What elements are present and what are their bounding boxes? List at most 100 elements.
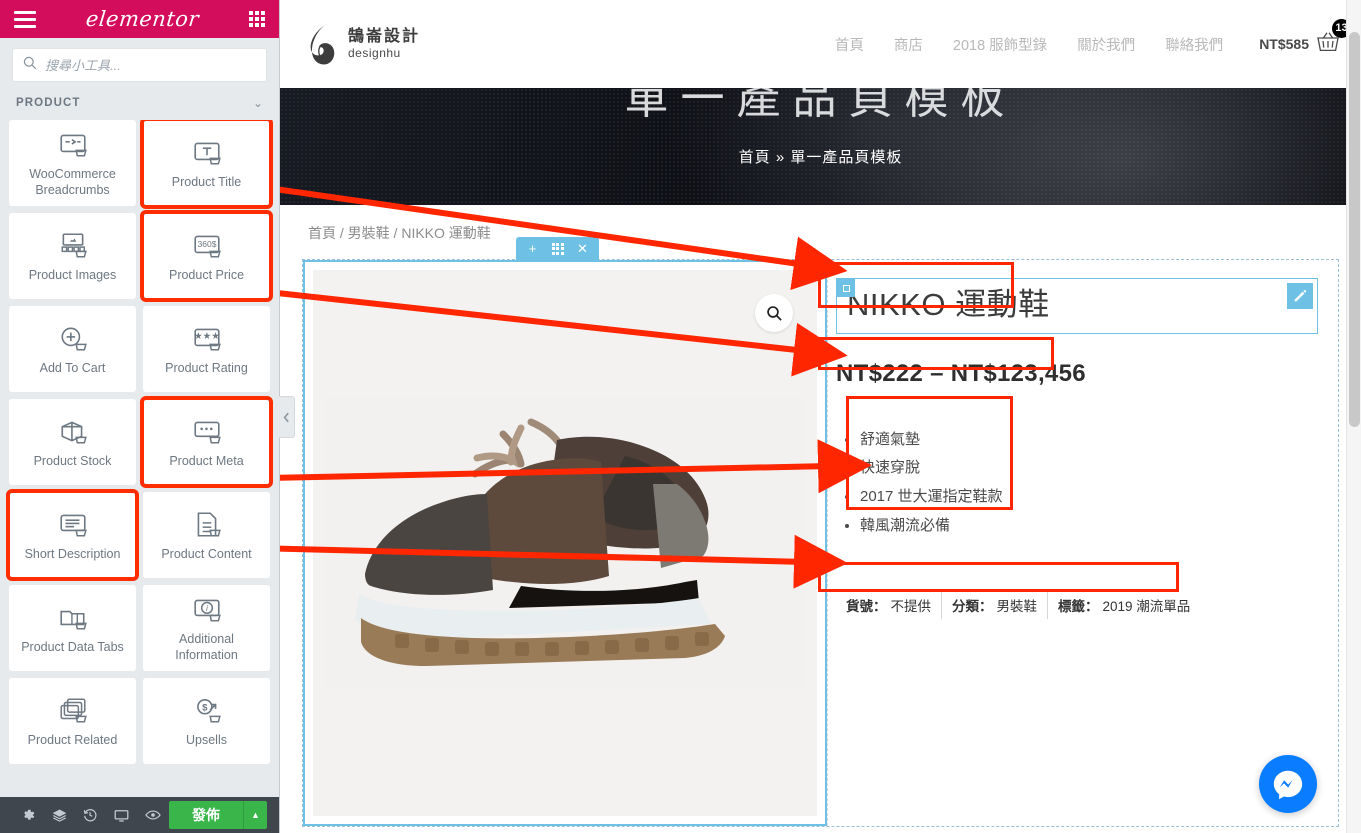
widget-label: Product Related <box>27 733 118 748</box>
category-title: PRODUCT <box>16 97 81 109</box>
logo-text-en: designhu <box>348 46 401 60</box>
product-meta-widget[interactable]: 貨號： 不提供 分類： 男裝鞋 標籤： 2019 潮流單品 <box>836 590 1318 619</box>
product-price: NT$222 – NT$123,456 <box>836 359 1086 387</box>
images-cart-icon <box>58 228 88 262</box>
meta-sku: 貨號： 不提供 <box>836 591 941 619</box>
grid-apps-icon[interactable] <box>249 11 265 27</box>
widget-product-stock[interactable]: Product Stock <box>9 399 136 485</box>
product-photo-shoe <box>325 398 805 688</box>
widget-product-images[interactable]: Product Images <box>9 213 136 299</box>
category-product-header[interactable]: PRODUCT ⌄ <box>0 90 279 120</box>
layers-icon[interactable] <box>43 797 74 833</box>
related-cart-icon <box>58 693 88 727</box>
svg-text:★★★: ★★★ <box>194 331 220 342</box>
publish-button[interactable]: 發佈 <box>168 801 243 829</box>
drag-dots-icon[interactable] <box>545 237 570 260</box>
widget-woocommerce-breadcrumbs[interactable]: WooCommerce Breadcrumbs <box>9 120 136 206</box>
tabs-cart-icon <box>58 600 88 634</box>
nav-item-2[interactable]: 2018 服飾型錄 <box>953 34 1047 55</box>
meta-tags: 標籤： 2019 潮流單品 <box>1047 590 1200 619</box>
widget-label: Product Meta <box>169 454 244 469</box>
panel-collapse-handle[interactable] <box>279 396 295 438</box>
widget-label: Add To Cart <box>39 361 106 376</box>
nav-item-1[interactable]: 商店 <box>894 34 923 55</box>
widget-label: Additional Information <box>175 632 238 662</box>
search-area <box>0 38 279 90</box>
meta-category-key: 分類： <box>952 598 993 614</box>
list-item: 韓風潮流必備 <box>860 512 1318 541</box>
meta-category: 分類： 男裝鞋 <box>941 590 1047 619</box>
widget-additional-information[interactable]: i Additional Information <box>143 585 270 671</box>
magnifier-icon[interactable] <box>755 294 793 332</box>
cart-amount: NT$585 <box>1259 36 1309 52</box>
scrollbar-thumb[interactable] <box>1349 32 1360 427</box>
svg-text:360$: 360$ <box>197 239 216 249</box>
nav-item-0[interactable]: 首頁 <box>835 34 864 55</box>
cart-widget[interactable]: NT$585 13 <box>1259 18 1351 58</box>
site-nav: 首頁 商店 2018 服飾型錄 關於我們 聯絡我們 NT$585 13 <box>835 18 1351 58</box>
plus-cart-icon <box>58 321 88 355</box>
product-price-widget[interactable]: NT$222 – NT$123,456 <box>836 360 1318 388</box>
site-header: 鵠崙設計 designhu 首頁 商店 2018 服飾型錄 關於我們 聯絡我們 … <box>280 0 1361 88</box>
product-title-widget[interactable]: NIKKO 運動鞋 <box>836 278 1318 334</box>
widget-product-data-tabs[interactable]: Product Data Tabs <box>9 585 136 671</box>
product-details-column[interactable]: NIKKO 運動鞋 NT$222 – NT$123,456 舒適氣墊 快速穿脫 … <box>827 260 1338 826</box>
history-clock-icon[interactable] <box>75 797 106 833</box>
site-logo[interactable]: 鵠崙設計 designhu <box>308 22 420 66</box>
widget-product-content[interactable]: Product Content <box>143 492 270 578</box>
widget-label: Product Data Tabs <box>21 640 124 655</box>
title-cart-icon <box>192 135 222 169</box>
svg-text:$: $ <box>202 702 208 713</box>
nav-item-4[interactable]: 聯絡我們 <box>1165 34 1223 55</box>
monitor-icon[interactable] <box>106 797 137 833</box>
widget-product-rating[interactable]: ★★★ Product Rating <box>143 306 270 392</box>
widget-product-meta[interactable]: Product Meta <box>140 396 273 488</box>
widget-product-price[interactable]: 360$ Product Price <box>140 210 273 302</box>
widget-short-description[interactable]: Short Description <box>6 489 139 581</box>
product-image[interactable] <box>313 270 817 816</box>
editor-canvas: + ✕ NIKKO 運動鞋 NT$222 – NT$123,456 • 舒適氣墊… <box>280 237 1361 827</box>
info-cart-icon: i <box>192 592 222 626</box>
widget-label: WooCommerce Breadcrumbs <box>29 167 116 197</box>
add-section-icon[interactable]: + <box>520 237 545 260</box>
woocommerce-breadcrumb[interactable]: 首頁 / 男裝鞋 / NIKKO 運動鞋 <box>280 205 1361 253</box>
list-item: 2017 世大運指定鞋款 <box>860 483 1318 512</box>
site-preview: 鵠崙設計 designhu 首頁 商店 2018 服飾型錄 關於我們 聯絡我們 … <box>280 0 1361 833</box>
meta-tags-value[interactable]: 2019 潮流單品 <box>1103 595 1191 615</box>
close-x-icon[interactable]: ✕ <box>570 237 595 260</box>
nav-item-3[interactable]: 關於我們 <box>1077 34 1135 55</box>
publish-options-caret[interactable]: ▲ <box>242 801 268 829</box>
product-image-column[interactable] <box>303 260 827 826</box>
widget-add-to-cart[interactable]: Add To Cart <box>9 306 136 392</box>
search-box[interactable] <box>12 48 267 82</box>
designhu-mark-icon <box>310 23 335 65</box>
editor-section[interactable]: + ✕ NIKKO 運動鞋 NT$222 – NT$123,456 • 舒適氣墊… <box>302 237 1339 827</box>
hamburger-icon[interactable] <box>14 10 36 28</box>
widget-grid: WooCommerce Breadcrumbs Product Title Prod… <box>0 120 279 797</box>
widget-product-related[interactable]: Product Related <box>9 678 136 764</box>
logo-text-cn: 鵠崙設計 <box>348 28 421 45</box>
messenger-icon[interactable] <box>1259 755 1317 813</box>
pencil-edit-icon[interactable] <box>1287 283 1313 309</box>
price-cart-icon: 360$ <box>192 228 222 262</box>
list-item: 舒適氣墊 <box>860 426 1318 455</box>
widget-upsells[interactable]: $ Upsells <box>143 678 270 764</box>
search-icon <box>23 56 37 75</box>
eye-icon[interactable] <box>138 797 169 833</box>
widget-label: Product Rating <box>165 361 248 376</box>
short-description-cart-icon <box>58 507 88 541</box>
gear-icon[interactable] <box>12 797 43 833</box>
widget-drag-handle[interactable] <box>837 279 855 297</box>
short-description-widget[interactable]: 舒適氣墊 快速穿脫 2017 世大運指定鞋款 韓風潮流必備 <box>836 422 1318 541</box>
widget-label: Product Images <box>28 268 117 283</box>
chevron-down-icon[interactable]: ⌄ <box>253 96 263 110</box>
box-cart-icon <box>58 414 88 448</box>
meta-category-value[interactable]: 男裝鞋 <box>997 595 1038 615</box>
widget-product-title[interactable]: Product Title <box>140 120 273 209</box>
widget-label: Product Content <box>161 547 252 562</box>
search-input[interactable] <box>45 57 256 73</box>
page-scrollbar[interactable] <box>1346 0 1361 833</box>
meta-tags-key: 標籤： <box>1058 598 1099 614</box>
widget-label: Product Title <box>171 175 242 190</box>
breadcrumbs-cart-icon <box>58 127 88 161</box>
